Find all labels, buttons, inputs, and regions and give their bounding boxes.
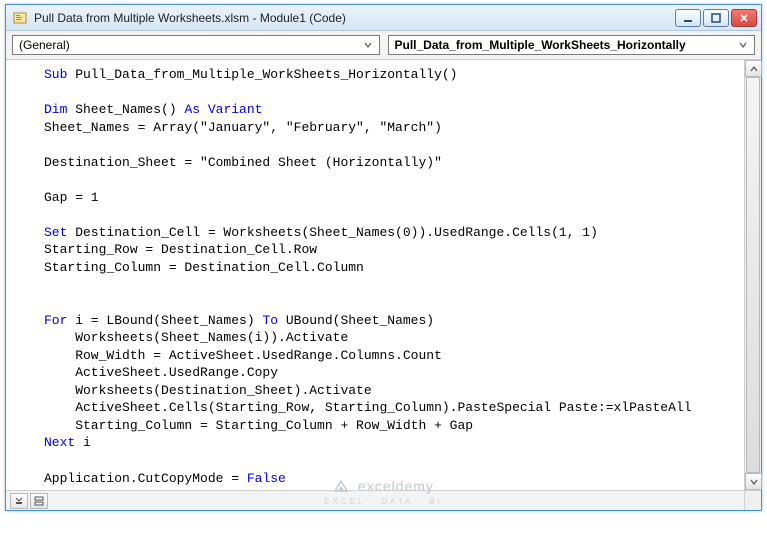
code-line: For i = LBound(Sheet_Names) To UBound(Sh… xyxy=(44,312,751,330)
code-line: Next i xyxy=(44,434,751,452)
window-controls xyxy=(675,9,757,27)
code-line: Application.CutCopyMode = False xyxy=(44,470,751,488)
minimize-icon xyxy=(683,13,693,23)
chevron-down-icon xyxy=(750,478,758,486)
procedure-view-button[interactable] xyxy=(10,493,28,509)
code-line: Worksheets(Destination_Sheet).Activate xyxy=(44,382,751,400)
code-line xyxy=(44,84,751,102)
code-toolbar: (General) Pull_Data_from_Multiple_WorkSh… xyxy=(6,31,761,60)
chevron-up-icon xyxy=(750,65,758,73)
minimize-button[interactable] xyxy=(675,9,701,27)
code-line: Starting_Column = Starting_Column + Row_… xyxy=(44,417,751,435)
code-line: ActiveSheet.Cells(Starting_Row, Starting… xyxy=(44,399,751,417)
chevron-down-icon xyxy=(736,38,750,52)
code-line xyxy=(44,206,751,224)
code-line xyxy=(44,277,751,295)
full-module-view-icon xyxy=(34,496,44,506)
object-combobox-value: (General) xyxy=(19,38,361,52)
scroll-up-button[interactable] xyxy=(745,60,762,77)
procedure-combobox[interactable]: Pull_Data_from_Multiple_WorkSheets_Horiz… xyxy=(388,35,756,55)
code-line: Row_Width = ActiveSheet.UsedRange.Column… xyxy=(44,347,751,365)
code-line: Destination_Sheet = "Combined Sheet (Hor… xyxy=(44,154,751,172)
maximize-icon xyxy=(711,13,721,23)
module-icon xyxy=(12,10,28,26)
window-title: Pull Data from Multiple Worksheets.xlsm … xyxy=(34,11,675,25)
titlebar[interactable]: Pull Data from Multiple Worksheets.xlsm … xyxy=(6,5,761,31)
code-line: Set Destination_Cell = Worksheets(Sheet_… xyxy=(44,224,751,242)
code-pane[interactable]: Sub Pull_Data_from_Multiple_WorkSheets_H… xyxy=(6,60,761,510)
code-line: ActiveSheet.UsedRange.Copy xyxy=(44,364,751,382)
code-line: Starting_Row = Destination_Cell.Row xyxy=(44,241,751,259)
code-line xyxy=(44,136,751,154)
code-window: Pull Data from Multiple Worksheets.xlsm … xyxy=(5,4,762,511)
scrollbar-track[interactable] xyxy=(745,77,761,473)
chevron-down-icon xyxy=(361,38,375,52)
scrollbar-corner xyxy=(744,490,761,510)
code-line: Sheet_Names = Array("January", "February… xyxy=(44,119,751,137)
code-line: Worksheets(Sheet_Names(i)).Activate xyxy=(44,329,751,347)
view-strip xyxy=(6,490,744,510)
maximize-button[interactable] xyxy=(703,9,729,27)
close-button[interactable] xyxy=(731,9,757,27)
code-line xyxy=(44,452,751,470)
code-line xyxy=(44,294,751,312)
object-combobox[interactable]: (General) xyxy=(12,35,380,55)
code-line: Sub Pull_Data_from_Multiple_WorkSheets_H… xyxy=(44,66,751,84)
full-module-view-button[interactable] xyxy=(30,493,48,509)
editor-area: Sub Pull_Data_from_Multiple_WorkSheets_H… xyxy=(6,60,761,510)
procedure-combobox-value: Pull_Data_from_Multiple_WorkSheets_Horiz… xyxy=(395,38,737,52)
vertical-scrollbar[interactable] xyxy=(744,60,761,490)
code-line: Dim Sheet_Names() As Variant xyxy=(44,101,751,119)
code-line: Gap = 1 xyxy=(44,189,751,207)
code-line xyxy=(44,171,751,189)
scroll-down-button[interactable] xyxy=(745,473,762,490)
code-line: Starting_Column = Destination_Cell.Colum… xyxy=(44,259,751,277)
close-icon xyxy=(739,13,749,23)
procedure-view-icon xyxy=(14,496,24,506)
scrollbar-thumb[interactable] xyxy=(746,77,760,473)
